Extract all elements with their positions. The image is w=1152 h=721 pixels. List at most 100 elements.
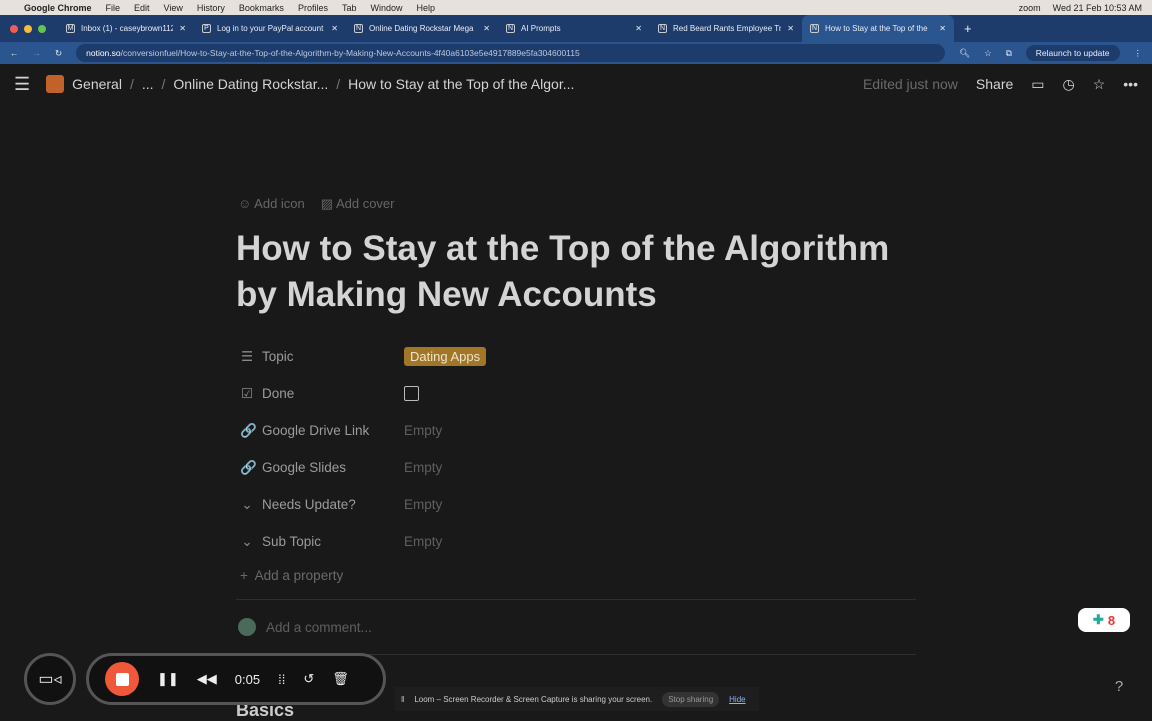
tab-gmail[interactable]: MInbox (1) - caseybrown112@g✕	[58, 15, 194, 42]
menu-window[interactable]: Window	[370, 3, 402, 13]
topic-tag[interactable]: Dating Apps	[404, 347, 487, 366]
page-content: ☺ Add icon ▨ Add cover How to Stay at th…	[236, 196, 916, 663]
menu-profiles[interactable]: Profiles	[298, 3, 328, 13]
zoom-status[interactable]: zoom	[1019, 3, 1041, 13]
new-tab-button[interactable]: +	[964, 21, 972, 36]
stop-recording-button[interactable]	[105, 662, 139, 696]
property-drive-link[interactable]: 🔗 Google Drive Link Empty	[236, 412, 916, 449]
comments-icon[interactable]: ▭	[1031, 76, 1044, 93]
add-cover-button[interactable]: ▨ Add cover	[321, 196, 395, 212]
add-property-button[interactable]: + Add a property	[236, 560, 916, 591]
tab-strip: MInbox (1) - caseybrown112@g✕ PLog in to…	[0, 15, 1152, 42]
delete-trash-icon[interactable]: 🗑︎	[332, 671, 349, 687]
restart-icon[interactable]: ↺	[303, 671, 314, 687]
menu-file[interactable]: File	[106, 3, 121, 13]
property-needs-update[interactable]: ⌄ Needs Update? Empty	[236, 486, 916, 523]
tab-online-dating[interactable]: N Online Dating Rockstar Mega ✕	[346, 15, 498, 42]
breadcrumb-general[interactable]: General	[72, 76, 122, 92]
paypal-icon: P	[202, 24, 211, 33]
notion-icon: N	[810, 24, 819, 33]
breadcrumb-current[interactable]: How to Stay at the Top of the Algor...	[348, 76, 574, 92]
menu-view[interactable]: View	[164, 3, 183, 13]
close-window-button[interactable]	[10, 24, 18, 33]
tab-paypal[interactable]: P Log in to your PayPal account ✕	[194, 15, 346, 42]
breadcrumb-ellipsis[interactable]: ...	[142, 76, 154, 92]
clock[interactable]: Wed 21 Feb 10:53 AM	[1053, 3, 1142, 13]
notion-icon: N	[506, 24, 515, 33]
share-button[interactable]: Share	[976, 76, 1013, 92]
notion-topbar: ☰ General / ... / Online Dating Rockstar..…	[0, 64, 1152, 104]
notion-icon: N	[354, 24, 363, 33]
tab-red-beard[interactable]: N Red Beard Rants Employee Tr ✕	[650, 15, 802, 42]
select-icon: ⌄	[241, 533, 253, 549]
drag-handle-icon[interactable]: ‖	[401, 695, 404, 704]
close-tab-icon[interactable]: ✕	[635, 24, 642, 33]
menu-tab[interactable]: Tab	[342, 3, 357, 13]
favorite-star-icon[interactable]: ☆	[1093, 76, 1106, 93]
mac-menubar: Google Chrome File Edit View History Boo…	[0, 0, 1152, 15]
url-input[interactable]: notion.so/conversionfuel/How-to-Stay-at-…	[76, 44, 946, 62]
loom-controls: ❚❚ ◀◀ 0:05 ⁞⁞ ↺ 🗑︎	[86, 653, 386, 705]
breadcrumb-separator: /	[161, 76, 166, 92]
done-checkbox[interactable]	[404, 386, 419, 401]
rewind-icon[interactable]: ◀◀	[197, 671, 217, 687]
close-tab-icon[interactable]: ✕	[939, 24, 946, 33]
link-icon: 🔗	[240, 422, 257, 438]
hide-link[interactable]: Hide	[729, 695, 745, 704]
add-comment[interactable]: Add a comment...	[236, 608, 916, 646]
relaunch-button[interactable]: Relaunch to update	[1025, 45, 1120, 61]
maximize-window-button[interactable]	[38, 24, 46, 33]
link-icon: 🔗	[240, 459, 257, 475]
list-icon: ☰	[240, 348, 254, 364]
checkbox-icon: ☑	[240, 385, 254, 401]
menu-help[interactable]: Help	[416, 3, 435, 13]
tab-ai-prompts[interactable]: N AI Prompts ✕	[498, 15, 650, 42]
help-button[interactable]: ?	[1108, 678, 1130, 700]
select-icon: ⌄	[241, 496, 253, 512]
screen-sharing-bar: ‖ Loom – Screen Recorder & Screen Captur…	[395, 687, 759, 711]
property-sub-topic[interactable]: ⌄ Sub Topic Empty	[236, 523, 916, 560]
notification-badge[interactable]: ✚ 8	[1078, 608, 1130, 632]
recording-timer: 0:05	[234, 671, 261, 687]
camera-icon: ▭◃	[38, 671, 62, 688]
loom-camera-button[interactable]: ▭◃	[24, 653, 76, 705]
minimize-window-button[interactable]	[24, 24, 32, 33]
add-icon-button[interactable]: ☺ Add icon	[238, 196, 305, 212]
menu-history[interactable]: History	[197, 3, 225, 13]
close-tab-icon[interactable]: ✕	[787, 24, 794, 33]
pause-icon[interactable]: ❚❚	[157, 671, 179, 687]
close-tab-icon[interactable]: ✕	[483, 24, 490, 33]
more-menu-icon[interactable]: ⋮	[1134, 48, 1143, 59]
more-icon[interactable]: •••	[1123, 76, 1138, 92]
property-slides[interactable]: 🔗 Google Slides Empty	[236, 449, 916, 486]
stop-icon	[115, 672, 129, 686]
app-name[interactable]: Google Chrome	[24, 3, 92, 13]
address-bar-row: ← → ↻ notion.so/conversionfuel/How-to-St…	[0, 42, 1152, 64]
bookmark-star-icon[interactable]: ☆	[984, 48, 992, 59]
menu-bookmarks[interactable]: Bookmarks	[239, 3, 284, 13]
history-icon[interactable]: ◷	[1063, 76, 1075, 93]
page-title[interactable]: How to Stay at the Top of the Algorithm …	[236, 226, 916, 318]
back-icon[interactable]: ←	[10, 48, 19, 58]
avatar	[238, 618, 256, 636]
breadcrumb-separator: /	[336, 76, 341, 92]
close-tab-icon[interactable]: ✕	[179, 24, 186, 33]
plus-icon: ✚	[1092, 612, 1104, 627]
property-topic[interactable]: ☰ Topic Dating Apps	[236, 338, 916, 375]
property-done[interactable]: ☑ Done	[236, 375, 916, 412]
stop-sharing-button[interactable]: Stop sharing	[662, 691, 720, 707]
notion-icon: N	[658, 24, 667, 33]
sidebar-menu-icon[interactable]: ☰	[14, 74, 30, 95]
edited-status: Edited just now	[862, 76, 958, 92]
close-tab-icon[interactable]: ✕	[331, 24, 338, 33]
zoom-lens-icon[interactable]: 🔍︎	[959, 48, 970, 59]
extensions-icon[interactable]: ⧉	[1006, 48, 1012, 59]
menu-edit[interactable]: Edit	[134, 3, 150, 13]
tab-current[interactable]: N How to Stay at the Top of the ✕	[802, 15, 954, 42]
divider	[236, 599, 916, 600]
reload-icon[interactable]: ↻	[55, 48, 62, 59]
drawing-grid-icon[interactable]: ⁞⁞	[278, 672, 285, 687]
home-icon	[46, 75, 65, 93]
forward-icon[interactable]: →	[33, 48, 42, 58]
breadcrumb-parent[interactable]: Online Dating Rockstar...	[173, 76, 328, 92]
